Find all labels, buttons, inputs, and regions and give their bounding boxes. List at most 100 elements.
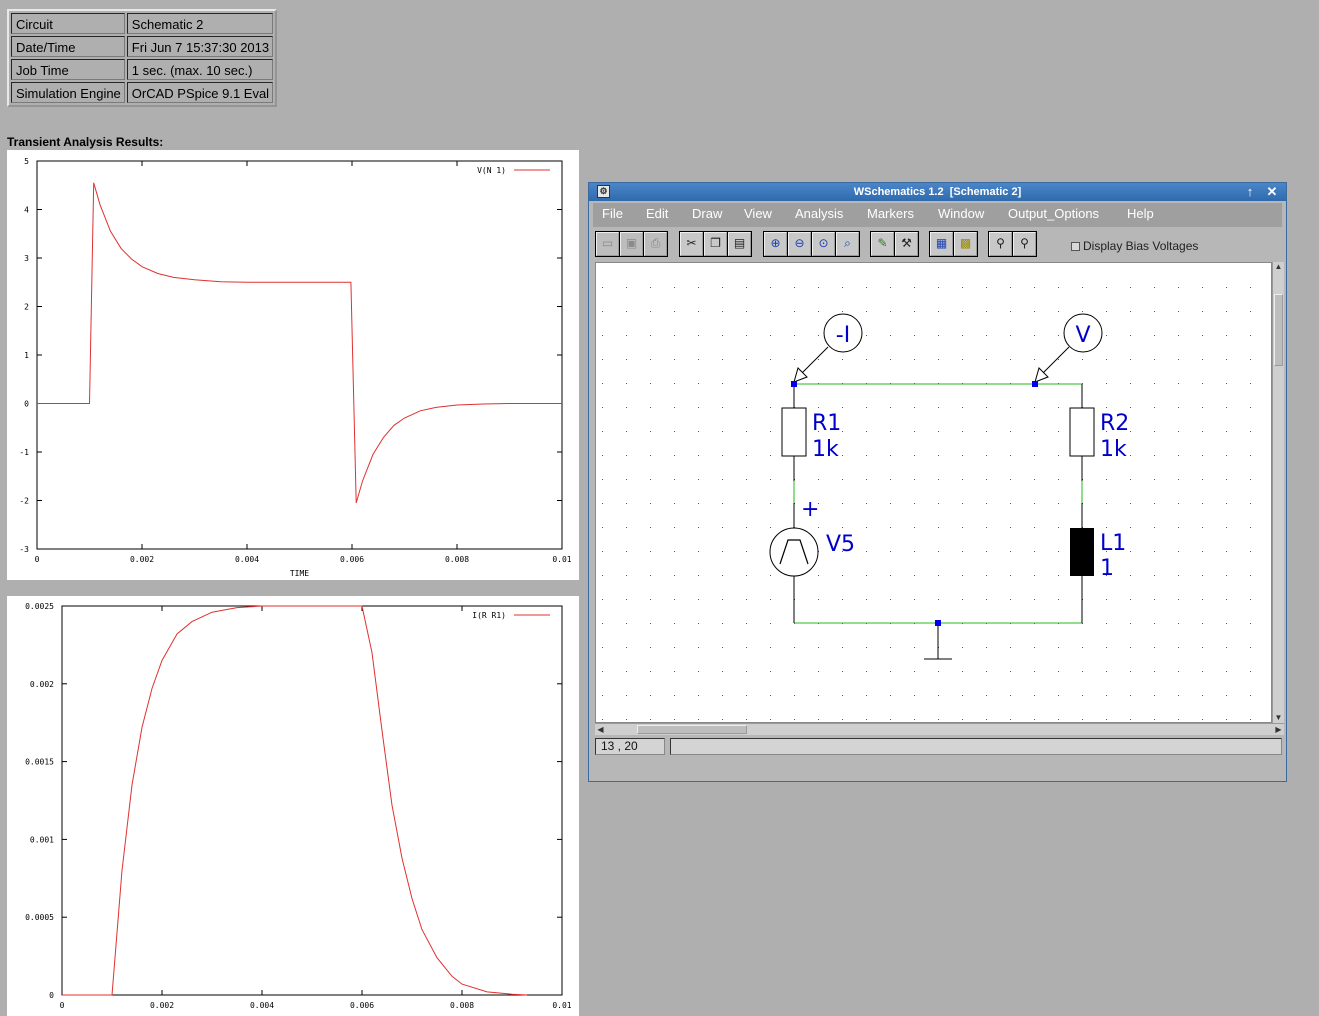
x-tick-label: 0 — [35, 555, 40, 564]
draw-toolbar-group: ✎ ⚒ — [870, 231, 919, 257]
current-probe[interactable]: -I — [793, 313, 863, 383]
menu-output-options[interactable]: Output_Options — [1008, 206, 1099, 221]
y-tick-label: -2 — [19, 497, 29, 506]
menu-view[interactable]: View — [744, 206, 772, 221]
current-plot: 0 0.002 0.004 0.006 0.008 0.01 0.0025 0.002 0.00… — [7, 596, 579, 1016]
v5-name: V5 — [826, 532, 855, 557]
probe-toolbar-group: ⚲ ⚲ — [988, 231, 1037, 257]
info-row: Circuit Schematic 2 — [11, 13, 274, 34]
y-tick-label: 0.002 — [30, 680, 54, 689]
horizontal-scroll-thumb[interactable] — [637, 725, 747, 734]
vertical-scroll-thumb[interactable] — [1274, 294, 1283, 366]
menu-analysis[interactable]: Analysis — [795, 206, 843, 221]
save-icon[interactable]: ▣ — [620, 232, 643, 256]
edit-toolbar-group: ✂ ❐ ▤ — [679, 231, 752, 257]
junction-dot — [935, 620, 941, 626]
probe-current-icon[interactable]: ⚲ — [1013, 232, 1036, 256]
status-message — [670, 738, 1282, 755]
info-value: Schematic 2 — [126, 13, 274, 34]
scroll-left-icon[interactable]: ◀ — [595, 724, 606, 735]
scroll-up-icon[interactable]: ▲ — [1273, 262, 1284, 272]
x-tick-label: 0.004 — [235, 555, 259, 564]
wire-icon[interactable]: ✎ — [871, 232, 894, 256]
x-tick-label: 0.004 — [250, 1001, 274, 1010]
probe-voltage-icon[interactable]: ⚲ — [989, 232, 1012, 256]
scroll-right-icon[interactable]: ▶ — [1273, 724, 1284, 735]
scroll-down-icon[interactable]: ▼ — [1273, 713, 1284, 723]
resistor-r2[interactable] — [1069, 407, 1095, 457]
y-tick-label: -1 — [19, 448, 29, 457]
menu-bar: File Edit Draw View Analysis Markers Win… — [593, 203, 1282, 227]
info-row: Job Time 1 sec. (max. 10 sec.) — [11, 59, 274, 80]
zoom-area-icon[interactable]: ⊙ — [812, 232, 835, 256]
y-tick-label: 0 — [49, 991, 54, 1000]
voltage-plot-svg: 0 0.002 0.004 0.006 0.008 0.01 5 4 3 2 1 0 -1 -2 -3 TIM… — [19, 157, 571, 578]
info-value: OrCAD PSpice 9.1 Eval — [126, 82, 274, 103]
y-tick-label: 0.001 — [30, 835, 54, 844]
y-tick-label: 5 — [24, 157, 29, 166]
voltage-source-v5[interactable] — [769, 527, 819, 577]
menu-draw[interactable]: Draw — [692, 206, 722, 221]
voltage-plot: 0 0.002 0.004 0.006 0.008 0.01 5 4 3 2 1 0 -1 -2 -3 TIM… — [7, 150, 579, 580]
maximize-icon[interactable]: ↑ — [1242, 184, 1258, 200]
title-bar[interactable]: ⚙ WSchematics 1.2 [Schematic 2] ↑ ✕ — [589, 183, 1286, 201]
print-icon[interactable]: ⎙ — [644, 232, 667, 256]
inductor-l1[interactable] — [1070, 528, 1094, 576]
graph-icon[interactable]: ▩ — [954, 232, 977, 256]
resistor-r1[interactable] — [781, 407, 807, 457]
status-bar: 13 , 20 — [595, 738, 1284, 755]
window-title: WSchematics 1.2 [Schematic 2] — [853, 186, 1022, 198]
app-icon: ⚙ — [597, 185, 610, 198]
menu-markers[interactable]: Markers — [867, 206, 914, 221]
zoom-in-icon[interactable]: ⊕ — [764, 232, 787, 256]
legend-label: V(N 1) — [477, 166, 506, 175]
y-tick-label: 2 — [24, 303, 29, 312]
copy-icon[interactable]: ❐ — [704, 232, 727, 256]
schematic-canvas[interactable]: R1 1k R2 1k + V5 L1 1 -I V — [595, 262, 1272, 723]
r2-value: 1k — [1100, 437, 1127, 462]
menu-help[interactable]: Help — [1127, 206, 1154, 221]
menu-file[interactable]: File — [602, 206, 623, 221]
horizontal-scrollbar[interactable]: ◀ ▶ — [595, 723, 1284, 735]
part-icon[interactable]: ⚒ — [895, 232, 918, 256]
schematic-svg[interactable]: R1 1k R2 1k + V5 L1 1 -I V — [596, 263, 1272, 723]
info-label: Job Time — [11, 59, 125, 80]
cut-icon[interactable]: ✂ — [680, 232, 703, 256]
vertical-scrollbar[interactable]: ▲ ▼ — [1272, 262, 1284, 723]
zoom-out-icon[interactable]: ⊖ — [788, 232, 811, 256]
info-table: Circuit Schematic 2 Date/Time Fri Jun 7 15… — [7, 9, 278, 107]
checkbox-box[interactable] — [1071, 241, 1080, 251]
wschematics-window: ⚙ WSchematics 1.2 [Schematic 2] ↑ ✕ File… — [588, 182, 1287, 782]
r1-value: 1k — [812, 437, 839, 462]
file-toolbar-group: ▭ ▣ ⎙ — [595, 231, 668, 257]
x-tick-label: 0.01 — [552, 1001, 571, 1010]
zoom-toolbar-group: ⊕ ⊖ ⊙ ⌕ — [763, 231, 860, 257]
series-line — [37, 182, 562, 504]
menu-edit[interactable]: Edit — [646, 206, 668, 221]
y-tick-label: 0.0015 — [25, 758, 54, 767]
open-folder-icon[interactable]: ▭ — [596, 232, 619, 256]
display-bias-voltages-label: Display Bias Voltages — [1083, 239, 1199, 253]
info-label: Circuit — [11, 13, 125, 34]
grid-dots — [602, 287, 1251, 720]
plot-frame — [36, 160, 563, 550]
display-bias-voltages-checkbox[interactable]: Display Bias Voltages — [1071, 239, 1198, 253]
series-line — [62, 605, 528, 996]
close-icon[interactable]: ✕ — [1264, 184, 1280, 200]
x-tick-label: 0.01 — [552, 555, 571, 564]
zoom-fit-icon[interactable]: ⌕ — [836, 232, 859, 256]
current-plot-svg: 0 0.002 0.004 0.006 0.008 0.01 0.0025 0.002 0.00… — [25, 602, 572, 1010]
voltage-probe[interactable]: V — [1034, 313, 1103, 383]
x-tick-label: 0 — [60, 1001, 65, 1010]
y-tick-label: 0 — [24, 400, 29, 409]
x-tick-label: 0.006 — [340, 555, 364, 564]
paste-icon[interactable]: ▤ — [728, 232, 751, 256]
info-label: Simulation Engine — [11, 82, 125, 103]
r2-name: R2 — [1100, 411, 1129, 436]
y-tick-label: 1 — [24, 351, 29, 360]
y-tick-label: 4 — [24, 206, 29, 215]
menu-window[interactable]: Window — [938, 206, 984, 221]
netlist-icon[interactable]: ▦ — [930, 232, 953, 256]
v5-plus: + — [801, 497, 819, 522]
junction-dot — [1032, 381, 1038, 387]
